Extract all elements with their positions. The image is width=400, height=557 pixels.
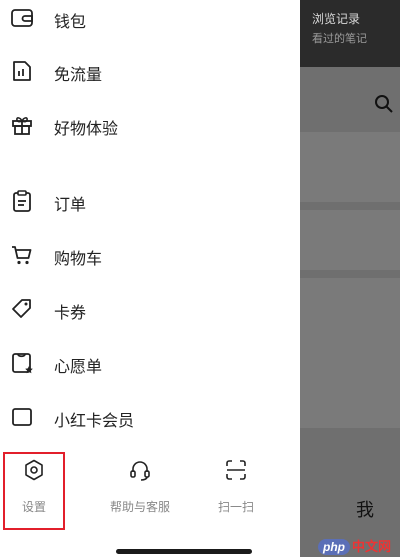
background-header: 浏览记录 看过的笔记 bbox=[300, 0, 400, 67]
help-service-button[interactable]: 帮助与客服 bbox=[95, 440, 185, 540]
background-card bbox=[300, 278, 400, 428]
watermark-logo: php bbox=[318, 539, 350, 555]
drawer-item-wishlist[interactable]: 心愿单 bbox=[0, 343, 300, 383]
search-icon[interactable] bbox=[374, 94, 394, 114]
drawer-item-label: 卡券 bbox=[54, 303, 87, 322]
settings-highlight-box bbox=[3, 452, 65, 530]
home-indicator[interactable] bbox=[116, 549, 252, 554]
coupon-icon bbox=[12, 299, 31, 318]
drawer-item-orders[interactable]: 订单 bbox=[0, 181, 300, 221]
wishlist-icon bbox=[12, 353, 33, 374]
drawer-item-label: 订单 bbox=[54, 195, 87, 214]
watermark-text: 中文网 bbox=[352, 539, 392, 554]
scan-label: 扫一扫 bbox=[217, 500, 254, 514]
help-service-label: 帮助与客服 bbox=[109, 500, 170, 514]
drawer-item-trial[interactable]: 好物体验 bbox=[0, 105, 300, 145]
gift-icon bbox=[12, 117, 32, 135]
cart-icon bbox=[12, 246, 32, 265]
drawer-item-label: 钱包 bbox=[54, 12, 87, 31]
background-card bbox=[300, 132, 400, 202]
background-history-subtitle: 看过的笔记 bbox=[312, 32, 367, 45]
drawer-item-label: 购物车 bbox=[54, 249, 103, 268]
drawer-item-data-free[interactable]: 免流量 bbox=[0, 51, 300, 91]
membership-icon bbox=[12, 408, 32, 426]
watermark: php 中文网 bbox=[318, 536, 391, 556]
scan-button[interactable]: 扫一扫 bbox=[191, 440, 281, 540]
tab-me[interactable]: 我 bbox=[356, 496, 374, 522]
drawer-item-label: 心愿单 bbox=[54, 357, 103, 376]
wallet-icon bbox=[11, 9, 33, 27]
background-overlay[interactable]: 浏览记录 看过的笔记 我 bbox=[300, 0, 400, 557]
drawer-item-label: 好物体验 bbox=[54, 119, 119, 138]
drawer-item-label: 免流量 bbox=[54, 65, 103, 84]
drawer-item-label: 小红卡会员 bbox=[54, 411, 135, 430]
drawer-item-cart[interactable]: 购物车 bbox=[0, 235, 300, 275]
background-card bbox=[300, 210, 400, 270]
scan-icon bbox=[226, 460, 246, 480]
background-history-title: 浏览记录 bbox=[312, 12, 361, 26]
drawer-item-coupons[interactable]: 卡券 bbox=[0, 289, 300, 329]
order-icon bbox=[13, 190, 31, 212]
data-free-icon bbox=[13, 61, 31, 81]
drawer-item-wallet[interactable]: 钱包 bbox=[0, 0, 300, 38]
drawer-item-membership[interactable]: 小红卡会员 bbox=[0, 397, 300, 437]
headset-icon bbox=[130, 461, 150, 481]
